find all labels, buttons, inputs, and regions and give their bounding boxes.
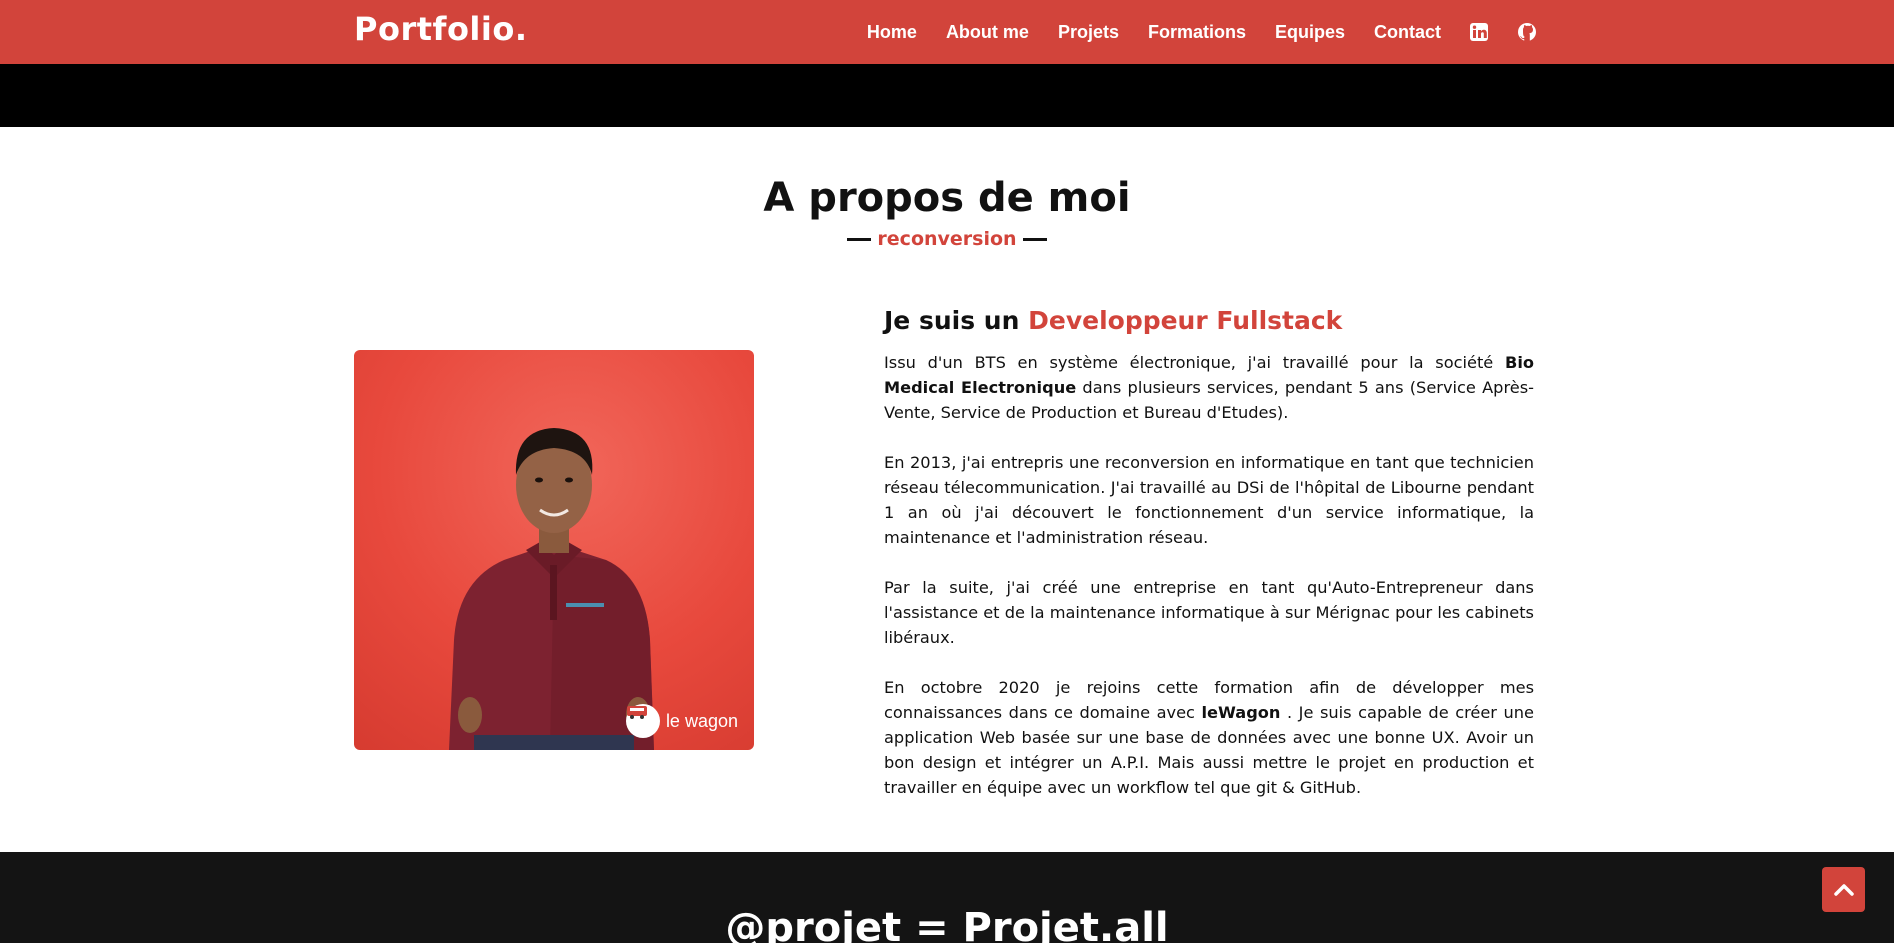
brand-logo[interactable]: Portfolio. [354, 10, 528, 48]
navbar: Portfolio. Home About me Projets Formati… [0, 0, 1894, 64]
right-dash [1022, 238, 1047, 241]
p4-school: leWagon [1201, 703, 1281, 722]
profile-photo: le wagon [354, 350, 754, 750]
chevron-up-icon [1833, 883, 1854, 896]
about-text: Issu d'un BTS en système électronique, j… [884, 350, 1534, 825]
nav-formations[interactable]: Formations [1148, 22, 1246, 43]
wagon-logo-icon [625, 704, 660, 738]
about-paragraph-2: En 2013, j'ai entrepris une reconversion… [884, 453, 1534, 547]
hero-band [0, 64, 1894, 127]
linkedin-icon[interactable] [1469, 22, 1489, 42]
nav-about[interactable]: About me [946, 22, 1029, 43]
p1-text-a: Issu d'un BTS en système électronique, j… [884, 353, 1505, 372]
about-paragraph-3: Par la suite, j'ai créé une entreprise e… [884, 578, 1534, 647]
le-wagon-badge: le wagon [625, 704, 738, 738]
about-paragraph-1: Issu d'un BTS en système électronique, j… [884, 350, 1534, 425]
nav-links: Home About me Projets Formations Equipes… [838, 0, 1537, 64]
nav-contact[interactable]: Contact [1374, 22, 1441, 43]
nav-home[interactable]: Home [867, 22, 917, 43]
intro-heading-accent: Developpeur Fullstack [1028, 306, 1343, 335]
github-icon[interactable] [1517, 22, 1537, 42]
le-wagon-text: le wagon [665, 710, 738, 731]
intro-heading: Je suis un Developpeur Fullstack [884, 306, 1342, 335]
nav-projets[interactable]: Projets [1058, 22, 1119, 43]
nav-equipes[interactable]: Equipes [1275, 22, 1345, 43]
about-title: A propos de moi [763, 175, 1131, 221]
scroll-top-button[interactable] [1822, 867, 1865, 912]
about-subtitle: reconversion [0, 228, 1894, 250]
intro-heading-prefix: Je suis un [884, 306, 1020, 335]
about-subtitle-text: reconversion [877, 228, 1017, 250]
about-paragraph-4: En octobre 2020 je rejoins cette formati… [884, 675, 1534, 800]
projects-title: @projet = Projet.all [725, 905, 1169, 951]
left-dash [847, 238, 872, 241]
